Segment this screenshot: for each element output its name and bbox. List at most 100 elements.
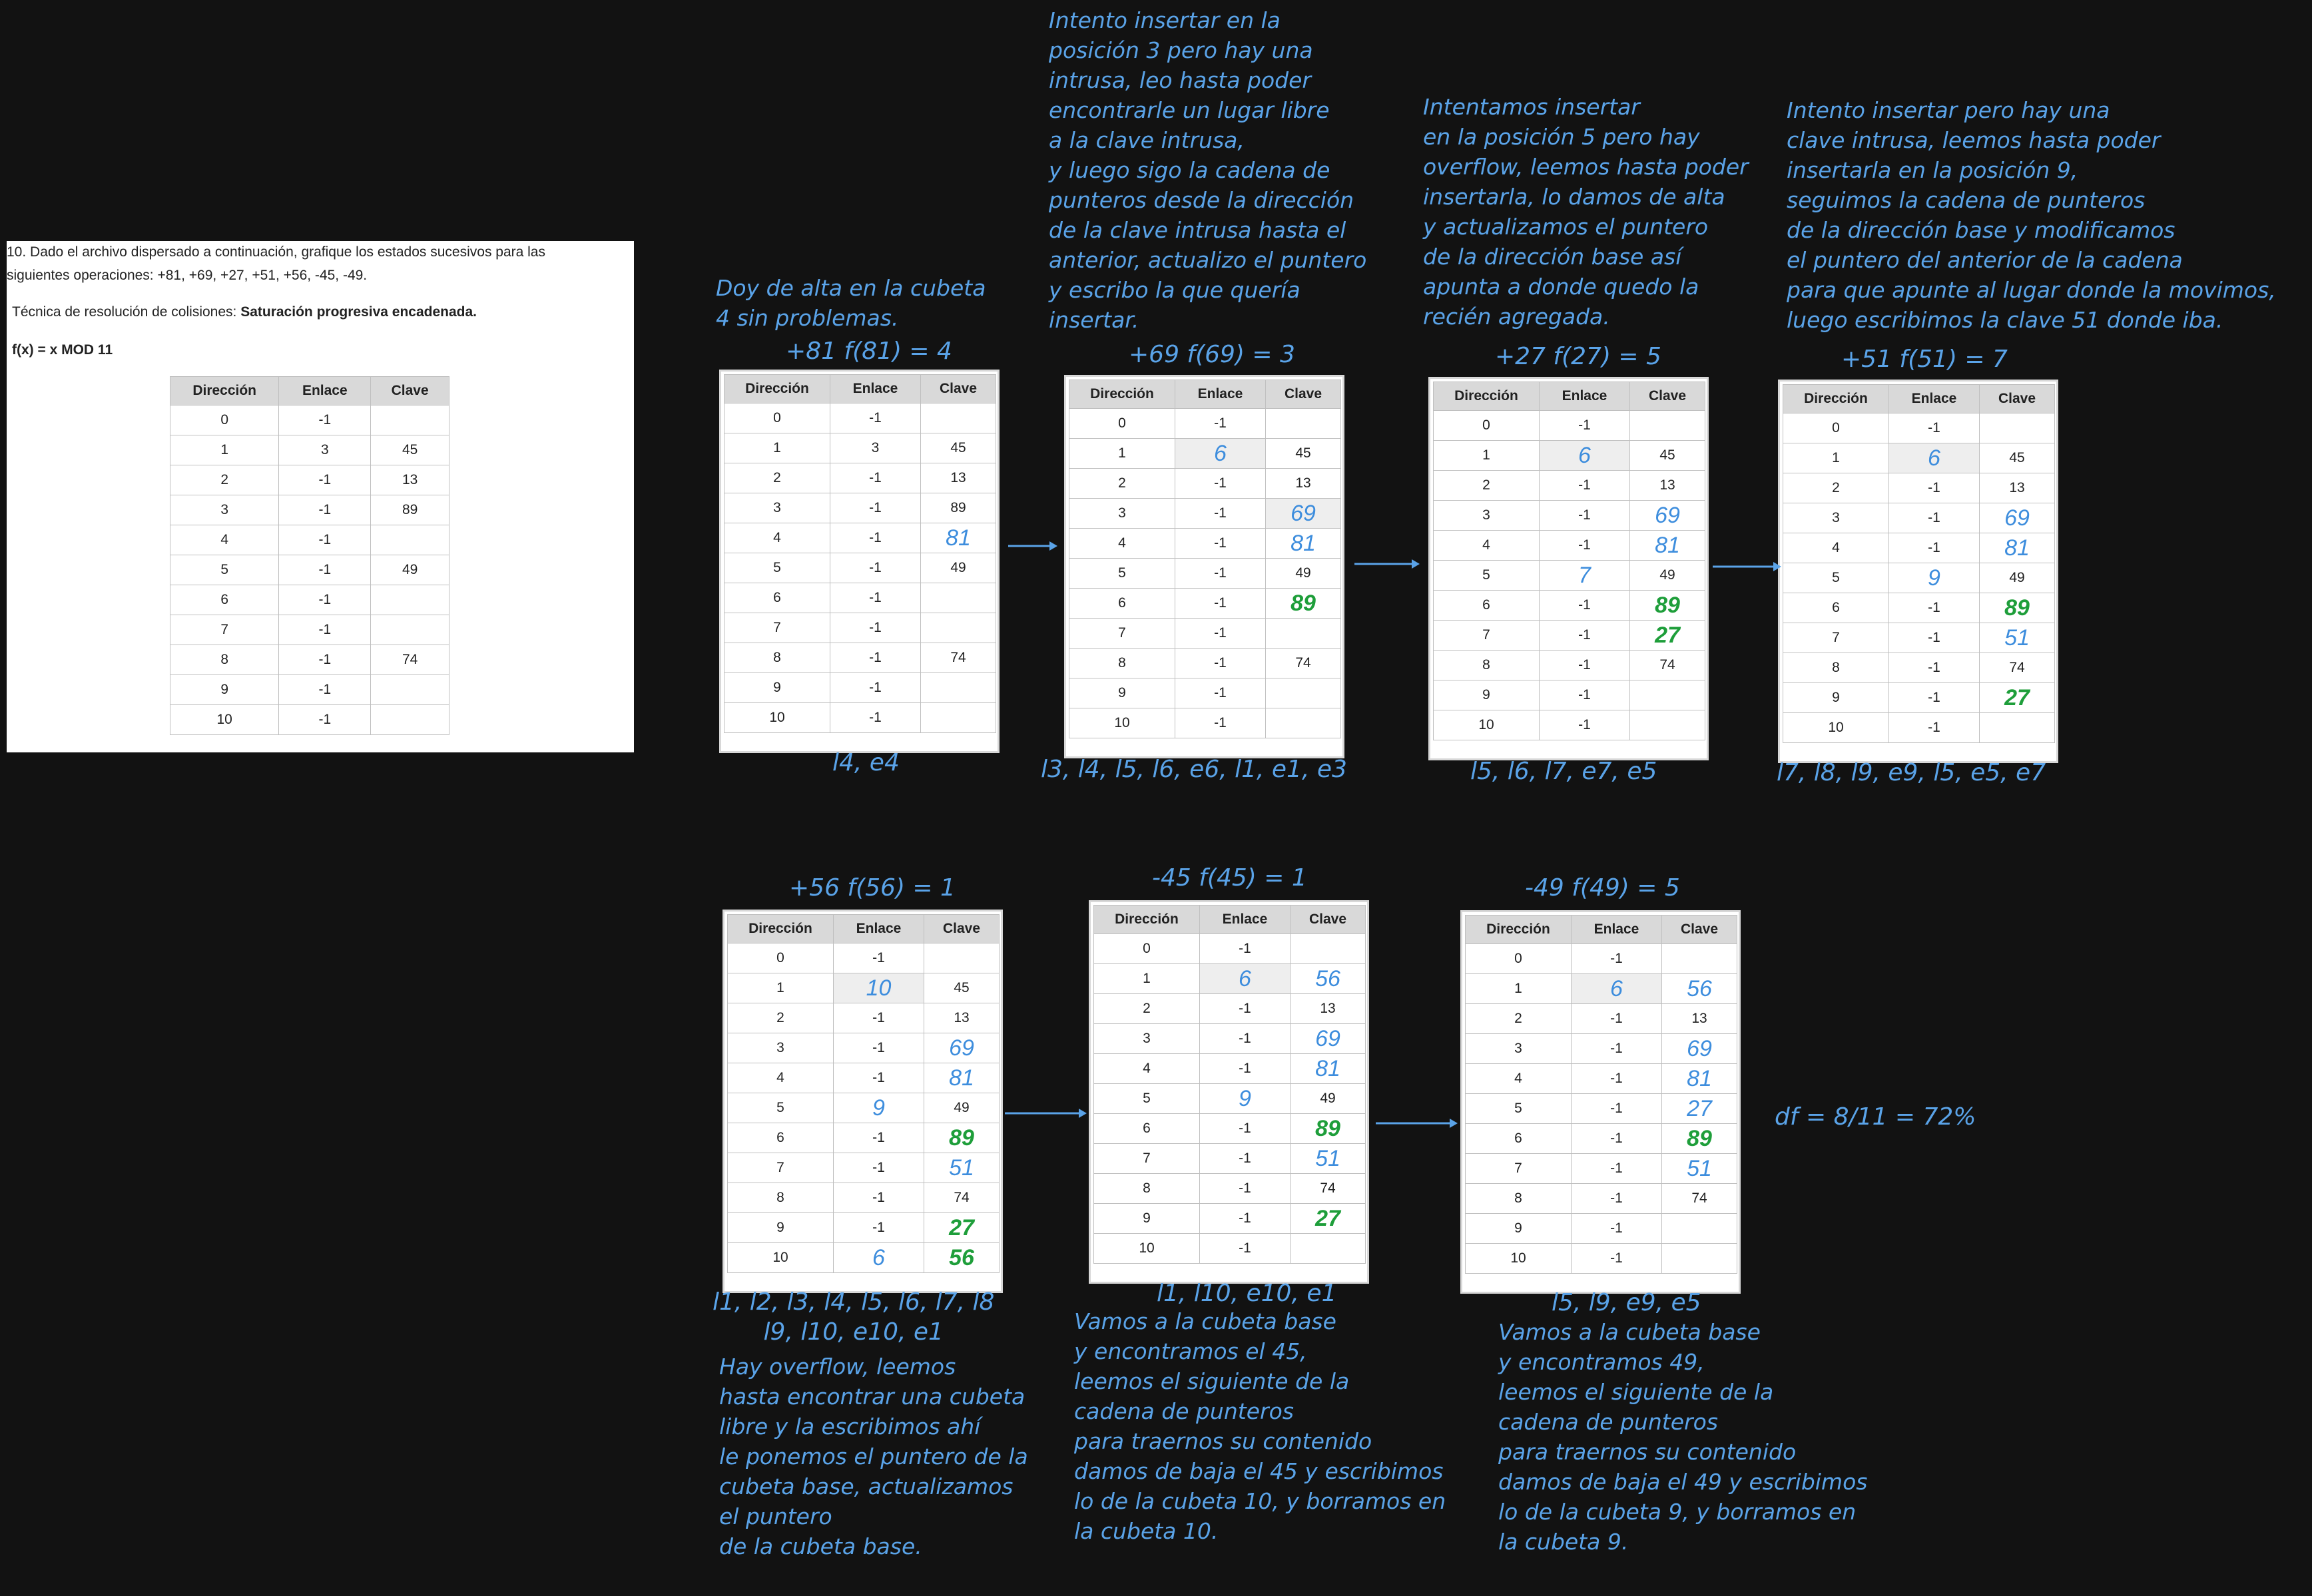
table-row: 3 -1 69 bbox=[727, 1033, 1000, 1063]
column-header: Dirección bbox=[1069, 380, 1175, 409]
link-cell: 3 bbox=[278, 435, 372, 465]
key-cell: 89 bbox=[920, 493, 996, 523]
column-header: Clave bbox=[1290, 905, 1366, 934]
table-row: 10 -1 bbox=[1069, 708, 1341, 738]
link-cell: -1 bbox=[278, 495, 372, 525]
key-cell: 13 bbox=[1290, 993, 1366, 1024]
column-header: Enlace bbox=[1888, 384, 1980, 413]
table-header-row: Dirección Enlace Clave bbox=[1783, 384, 2055, 413]
address-cell: 5 bbox=[727, 1093, 834, 1123]
address-cell: 10 bbox=[1783, 712, 1889, 743]
step-title: +27 f(27) = 5 bbox=[1495, 343, 1661, 370]
link-cell: -1 bbox=[278, 674, 372, 705]
column-header: Dirección bbox=[724, 374, 830, 403]
column-header: Enlace bbox=[278, 376, 372, 405]
link-cell: -1 bbox=[1888, 413, 1980, 443]
link-cell: -1 bbox=[1888, 653, 1980, 683]
link-cell: -1 bbox=[1175, 498, 1266, 529]
key-cell: 13 bbox=[1265, 468, 1341, 499]
address-cell: 2 bbox=[1069, 468, 1175, 499]
step-operations: l1, l10, e10, e1 bbox=[1157, 1280, 1337, 1307]
address-cell: 9 bbox=[727, 1212, 834, 1243]
link-cell: 6 bbox=[1539, 440, 1630, 471]
column-header: Clave bbox=[920, 374, 996, 403]
address-cell: 4 bbox=[724, 523, 830, 553]
table-row: 9 -1 bbox=[1465, 1213, 1737, 1244]
key-cell: 69 bbox=[924, 1033, 1000, 1063]
column-header: Dirección bbox=[727, 914, 834, 943]
link-cell: -1 bbox=[1888, 593, 1980, 623]
link-cell: -1 bbox=[830, 643, 921, 673]
address-cell: 3 bbox=[727, 1033, 834, 1063]
link-cell: -1 bbox=[278, 645, 372, 675]
table-row: 6 -1 bbox=[169, 585, 449, 615]
key-cell: 81 bbox=[1265, 528, 1341, 559]
key-cell bbox=[1265, 408, 1341, 439]
step-table: Dirección Enlace Clave 0 -1 1 6 45 2 -1 13 3 -1 69 4 -1… bbox=[1783, 384, 2055, 743]
address-cell: 4 bbox=[169, 525, 280, 555]
key-cell bbox=[1661, 1243, 1737, 1274]
key-cell: 81 bbox=[920, 523, 996, 553]
link-cell: -1 bbox=[1175, 468, 1266, 499]
key-cell: 13 bbox=[370, 465, 449, 495]
key-cell bbox=[1290, 933, 1366, 964]
link-cell: -1 bbox=[1571, 1183, 1662, 1214]
table-row: 9 -1 bbox=[724, 672, 996, 703]
table-row: 3 -1 69 bbox=[1069, 498, 1341, 529]
address-cell: 1 bbox=[724, 433, 830, 463]
key-cell bbox=[370, 405, 449, 435]
address-cell: 4 bbox=[1069, 528, 1175, 559]
address-cell: 5 bbox=[1069, 558, 1175, 589]
key-cell: 49 bbox=[1265, 558, 1341, 589]
step-title: -49 f(49) = 5 bbox=[1525, 874, 1680, 902]
link-cell: -1 bbox=[1571, 1093, 1662, 1124]
key-cell: 45 bbox=[1265, 438, 1341, 469]
address-cell: 6 bbox=[727, 1123, 834, 1153]
link-cell: -1 bbox=[830, 613, 921, 643]
address-cell: 4 bbox=[727, 1063, 834, 1093]
link-cell: -1 bbox=[1199, 1113, 1291, 1144]
table-row: 1 6 45 bbox=[1069, 438, 1341, 469]
link-cell: 9 bbox=[833, 1093, 924, 1123]
address-cell: 0 bbox=[1069, 408, 1175, 439]
key-cell bbox=[370, 704, 449, 735]
table-row: 10 6 56 bbox=[727, 1242, 1000, 1273]
link-cell: -1 bbox=[1539, 650, 1630, 680]
address-cell: 7 bbox=[169, 615, 280, 645]
link-cell: -1 bbox=[833, 943, 924, 973]
key-cell: 45 bbox=[924, 973, 1000, 1003]
link-cell: -1 bbox=[1571, 943, 1662, 974]
key-cell bbox=[1661, 1213, 1737, 1244]
step-title: -45 f(45) = 1 bbox=[1152, 864, 1307, 892]
table-row: 2 -1 13 bbox=[169, 465, 449, 495]
address-cell: 7 bbox=[1093, 1143, 1200, 1174]
step-table-frame: Dirección Enlace Clave 0 -1 1 6 45 2 -1 13 3 -1 69 4 -1… bbox=[1064, 375, 1344, 758]
key-cell: 69 bbox=[1979, 503, 2055, 533]
step-table: Dirección Enlace Clave 0 -1 1 6 56 2 -1 13 3 -1 69 4 -1… bbox=[1093, 905, 1366, 1264]
key-cell bbox=[1661, 943, 1737, 974]
address-cell: 4 bbox=[1093, 1053, 1200, 1084]
link-cell: -1 bbox=[1199, 1143, 1291, 1174]
link-cell: -1 bbox=[278, 525, 372, 555]
table-row: 5 -1 49 bbox=[169, 555, 449, 585]
link-cell: -1 bbox=[1199, 933, 1291, 964]
step-table: Dirección Enlace Clave 0 -1 1 10 45 2 -1 13 3 -1 69 4-… bbox=[727, 914, 1000, 1273]
link-cell: -1 bbox=[1539, 620, 1630, 651]
link-cell: -1 bbox=[278, 405, 372, 435]
key-cell bbox=[370, 585, 449, 615]
link-cell: -1 bbox=[830, 403, 921, 433]
key-cell: 27 bbox=[1290, 1203, 1366, 1234]
key-cell: 69 bbox=[1629, 500, 1705, 531]
table-row: 5 9 49 bbox=[1093, 1083, 1366, 1114]
key-cell: 74 bbox=[1265, 648, 1341, 678]
density-result: df = 8/11 = 72% bbox=[1775, 1103, 1976, 1131]
step-table-frame: Dirección Enlace Clave 0 -1 1 10 45 2 -1 13 3 -1 69 4-… bbox=[722, 910, 1003, 1293]
key-cell: 89 bbox=[1290, 1113, 1366, 1144]
link-cell: -1 bbox=[1539, 500, 1630, 531]
address-cell: 2 bbox=[169, 465, 280, 495]
key-cell: 49 bbox=[920, 553, 996, 583]
link-cell: 6 bbox=[1175, 438, 1266, 469]
address-cell: 8 bbox=[1433, 650, 1540, 680]
link-cell: -1 bbox=[1175, 588, 1266, 619]
column-header: Enlace bbox=[1539, 382, 1630, 411]
